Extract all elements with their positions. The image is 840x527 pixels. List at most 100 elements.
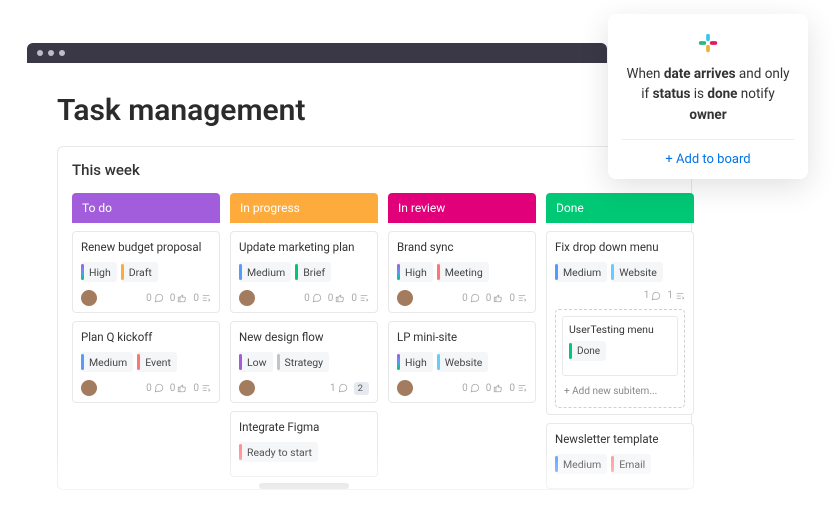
like-count[interactable]: 0 (486, 293, 504, 304)
column-progress: In progressUpdate marketing planMediumBr… (230, 193, 378, 489)
like-count[interactable]: 0 (170, 383, 188, 394)
callout-text: When date arrives and only if status is … (622, 64, 794, 125)
card-footer: 0 0 0 (81, 380, 211, 396)
add-to-board-button[interactable]: + Add to board (622, 139, 794, 179)
avatar[interactable] (397, 380, 413, 396)
card-tags: HighDraft (81, 262, 211, 282)
board: This week To do Renew budget proposal High… (57, 146, 692, 490)
card-footer: 1 2 (239, 380, 369, 396)
tag[interactable]: Done (569, 341, 606, 361)
like-count[interactable]: 0 (328, 293, 346, 304)
column-header[interactable]: To do (72, 193, 220, 223)
card[interactable]: Integrate Figma Ready to start (230, 411, 378, 477)
tag[interactable]: Draft (121, 262, 158, 282)
subitem-count[interactable]: 0 (509, 293, 527, 304)
tag[interactable]: High (397, 262, 433, 282)
comment-count[interactable]: 0 (462, 383, 480, 394)
card[interactable]: Plan Q kickoffMediumEvent0 0 0 (72, 321, 220, 403)
card-title: Fix drop down menu (555, 240, 685, 254)
tag[interactable]: Medium (555, 454, 607, 474)
card-title: Integrate Figma (239, 420, 369, 434)
card-tags: MediumEmail (555, 454, 685, 474)
subitem-count[interactable]: 0 (509, 383, 527, 394)
subitem-count[interactable]: 0 (193, 383, 211, 394)
subitems: UserTesting menuDone + Add new subitem... (555, 309, 685, 408)
column-header[interactable]: In progress (230, 193, 378, 223)
card-tags: MediumBrief (239, 262, 369, 282)
comment-count[interactable]: 0 (146, 293, 164, 304)
comment-count[interactable]: 0 (304, 293, 322, 304)
card-footer: 0 0 0 (81, 290, 211, 306)
subitem-count[interactable]: 1 (667, 290, 685, 301)
tag[interactable]: High (397, 352, 433, 372)
comment-count[interactable]: 0 (146, 383, 164, 394)
comment-count[interactable]: 1 (330, 383, 348, 394)
card-metrics: 0 0 0 (146, 293, 211, 304)
board-title: This week (72, 161, 677, 179)
avatar[interactable] (239, 290, 255, 306)
card[interactable]: Fix drop down menu MediumWebsite 1 1 UserT… (546, 231, 694, 415)
card-metrics: 0 0 0 (462, 293, 527, 304)
card-metrics: 0 0 0 (304, 293, 369, 304)
subitem-count[interactable]: 0 (193, 293, 211, 304)
like-count[interactable]: 0 (170, 293, 188, 304)
tag[interactable]: Medium (239, 262, 291, 282)
tag[interactable]: Event (137, 352, 177, 372)
subitem-count[interactable]: 0 (351, 293, 369, 304)
card[interactable]: New design flowLowStrategy1 2 (230, 321, 378, 403)
window-dot (48, 50, 54, 56)
card-footer: 0 0 0 (239, 290, 369, 306)
tag[interactable]: Brief (295, 262, 331, 282)
card-title: Renew budget proposal (81, 240, 211, 254)
card[interactable]: Update marketing planMediumBrief0 0 0 (230, 231, 378, 313)
window-dot (59, 50, 65, 56)
column-done: DoneFix drop down menuMediumWebsite1 1 U… (546, 193, 694, 489)
card-title: LP mini-site (397, 330, 527, 344)
slack-icon (697, 32, 719, 54)
avatar[interactable] (81, 290, 97, 306)
column-header[interactable]: In review (388, 193, 536, 223)
subitem[interactable]: UserTesting menuDone (562, 316, 678, 376)
avatar[interactable] (397, 290, 413, 306)
tag[interactable]: Website (611, 262, 663, 282)
column-header[interactable]: Done (546, 193, 694, 223)
automation-callout: When date arrives and only if status is … (608, 14, 808, 179)
card-metrics: 0 0 0 (146, 383, 211, 394)
tag[interactable]: Medium (555, 262, 607, 282)
page-title: Task management (57, 93, 607, 128)
page: Task management This week To doRenew bud… (27, 63, 607, 490)
card-footer: 1 1 (555, 290, 685, 301)
tag[interactable]: Strategy (277, 352, 330, 372)
card[interactable]: LP mini-site HighWebsite 0 0 0 (388, 321, 536, 403)
card-tags: HighMeeting (397, 262, 527, 282)
card-title: Brand sync (397, 240, 527, 254)
card-footer: 0 0 0 (397, 290, 527, 306)
card-tags: MediumEvent (81, 352, 211, 372)
tag[interactable]: Ready to start (239, 442, 318, 462)
column-todo: To do Renew budget proposal HighDraft 0 0 0… (72, 193, 220, 489)
card[interactable]: Renew budget proposal HighDraft 0 0 0 (72, 231, 220, 313)
card-title: Newsletter template (555, 432, 685, 446)
card-tags: LowStrategy (239, 352, 369, 372)
avatar[interactable] (81, 380, 97, 396)
card-metrics: 0 0 0 (462, 383, 527, 394)
add-subitem-button[interactable]: + Add new subitem... (562, 382, 678, 401)
subitem-count[interactable]: 2 (354, 382, 369, 395)
card-footer: 0 0 0 (397, 380, 527, 396)
comment-count[interactable]: 1 (644, 290, 662, 301)
comment-count[interactable]: 0 (462, 293, 480, 304)
card-title: New design flow (239, 330, 369, 344)
column-review: In reviewBrand syncHighMeeting0 0 0 LP m… (388, 193, 536, 489)
card[interactable]: Brand sync HighMeeting 0 0 0 (388, 231, 536, 313)
tag[interactable]: Website (437, 352, 489, 372)
card-tags: Ready to start (239, 442, 369, 462)
avatar[interactable] (239, 380, 255, 396)
like-count[interactable]: 0 (486, 383, 504, 394)
tag[interactable]: Low (239, 352, 273, 372)
tag[interactable]: Meeting (437, 262, 489, 282)
tag[interactable]: Email (611, 454, 651, 474)
tag[interactable]: Medium (81, 352, 133, 372)
window-dot (37, 50, 43, 56)
card[interactable]: Newsletter template MediumEmail (546, 423, 694, 489)
tag[interactable]: High (81, 262, 117, 282)
